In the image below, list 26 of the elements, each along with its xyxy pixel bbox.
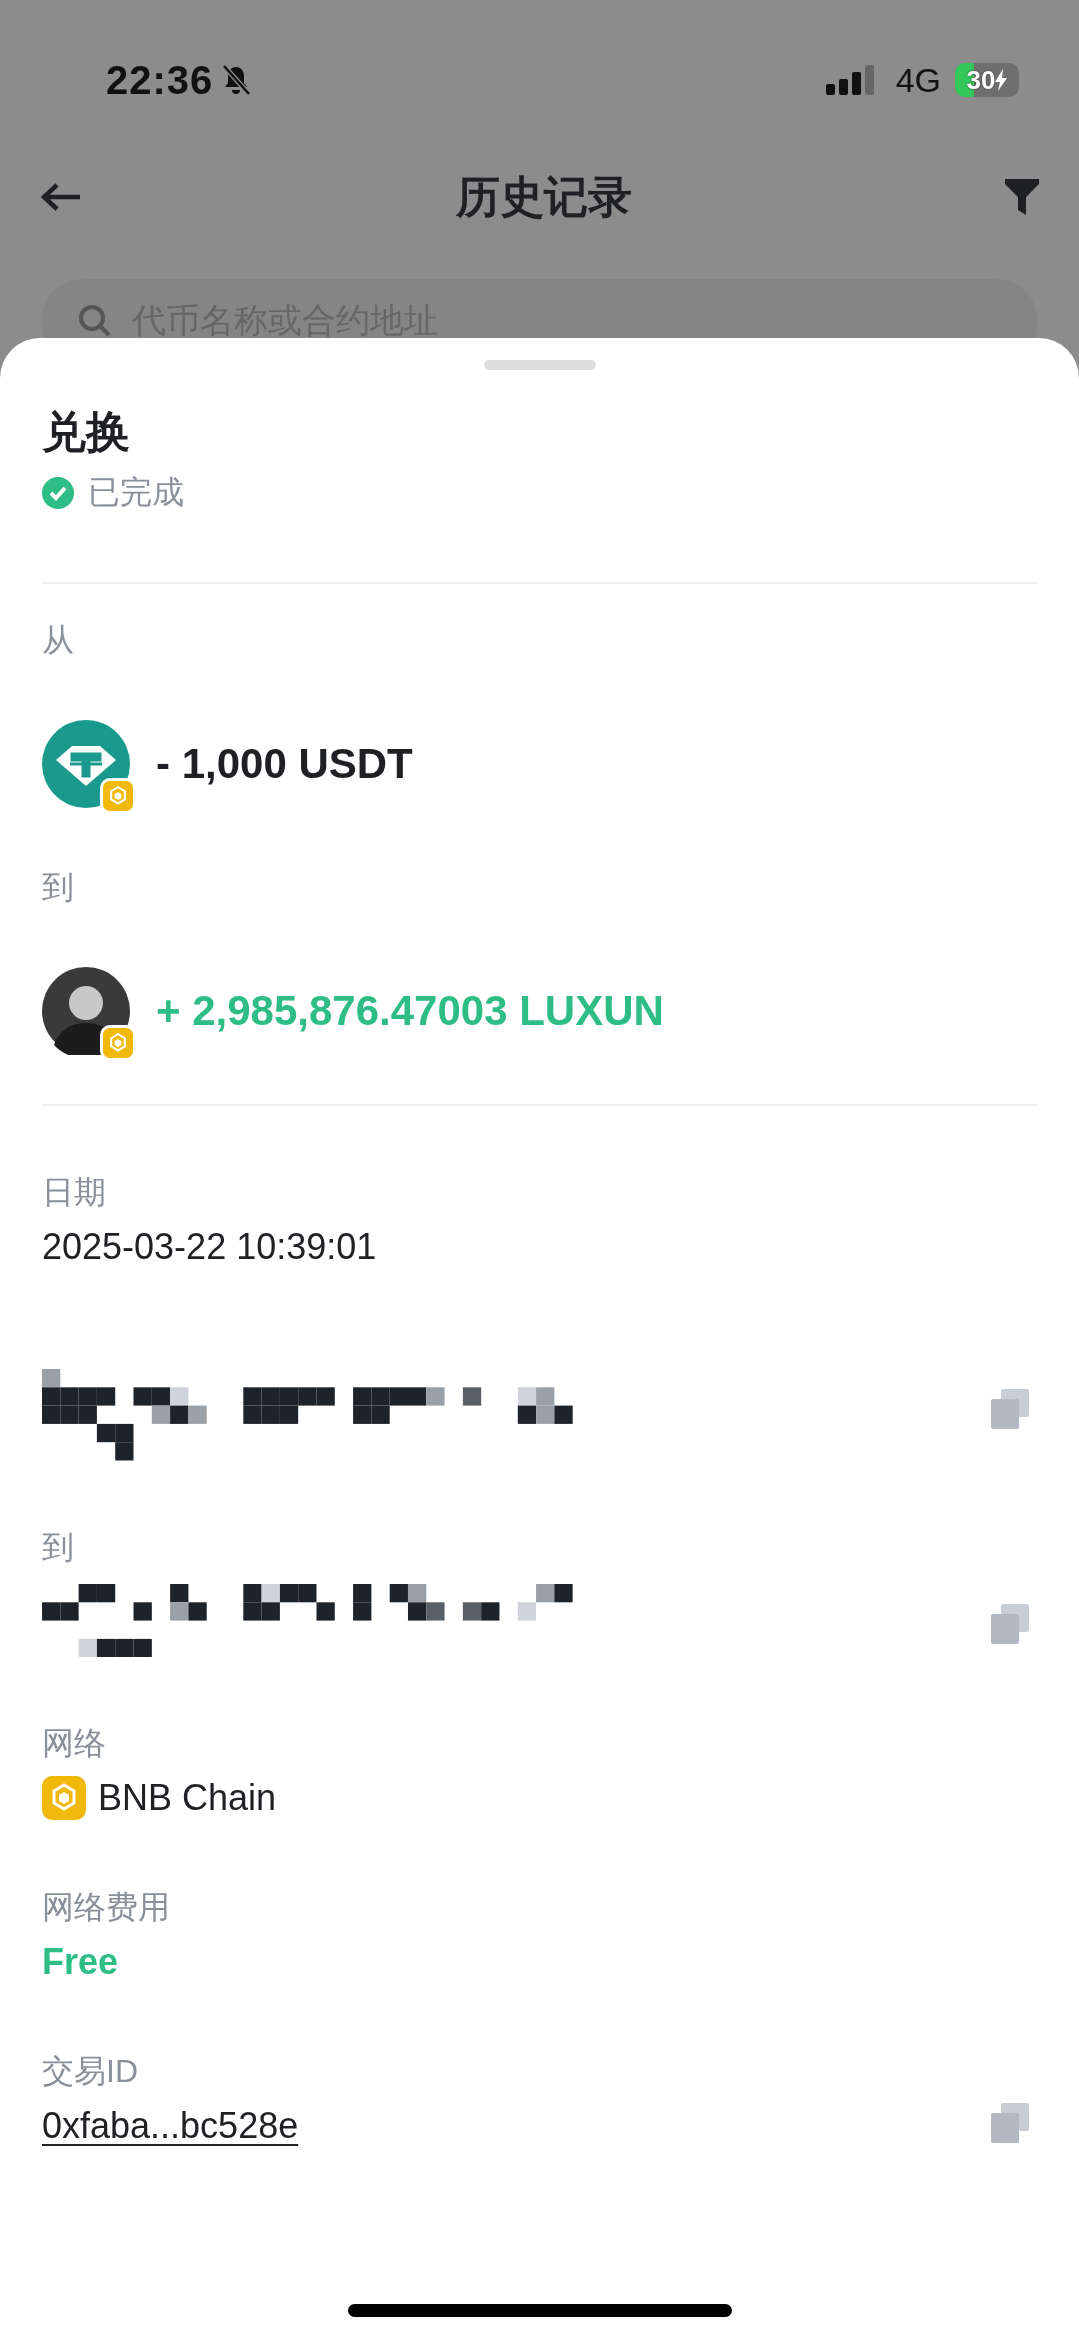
field-label: 网络费用 <box>42 1887 171 1927</box>
field-label: 网络 <box>42 1723 107 1763</box>
sheet-handle[interactable] <box>483 360 596 370</box>
field-label: 交易ID <box>42 2051 139 2091</box>
section-label: 从 <box>42 621 75 660</box>
filter-icon[interactable] <box>1005 179 1039 215</box>
transaction-id-link[interactable]: 0xfaba...bc528e <box>42 2102 299 2149</box>
status-time: 22:36 <box>106 57 214 103</box>
token-amount: + 2,985,876.47003 LUXUN <box>156 987 664 1035</box>
search-icon <box>78 304 112 338</box>
back-arrow-icon[interactable] <box>40 182 82 212</box>
field-label: 到 <box>42 1527 75 1567</box>
date-value: 2025-03-22 10:39:01 <box>42 1225 377 1269</box>
sheet-title: 兑换 <box>42 406 131 458</box>
cube-badge-icon <box>100 778 136 814</box>
status-text: 已完成 <box>88 473 184 512</box>
network-value: BNB Chain <box>98 1775 277 1820</box>
chain-icon <box>42 1775 86 1820</box>
section-label: 到 <box>42 868 75 907</box>
cube-badge-icon <box>100 1025 136 1061</box>
page-title: 历史记录 <box>454 170 633 223</box>
token-amount: - 1,000 USDT <box>156 740 413 788</box>
check-circle-icon <box>42 477 74 509</box>
network-type: 4G <box>895 60 941 100</box>
fee-value: Free <box>42 1939 119 1984</box>
field-label: 日期 <box>42 1173 107 1212</box>
